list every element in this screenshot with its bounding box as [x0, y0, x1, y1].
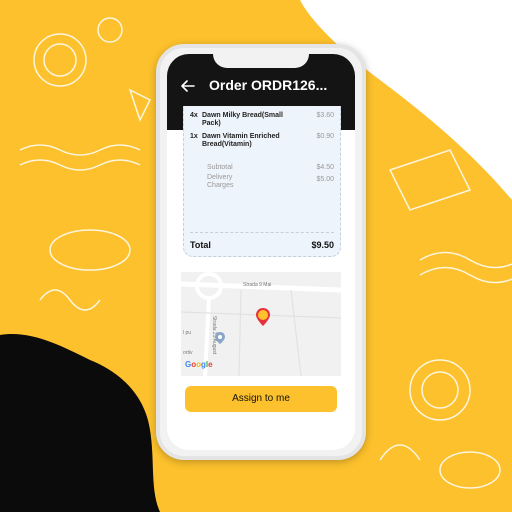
page-title: Order ORDR126... — [209, 77, 328, 93]
total-label: Total — [190, 240, 211, 250]
assign-to-me-button[interactable]: Assign to me — [185, 386, 337, 412]
total-value: $9.50 — [311, 240, 334, 250]
divider — [190, 232, 334, 233]
delivery-value: $5.00 — [316, 176, 334, 183]
google-logo: Google — [185, 360, 213, 369]
item-name: Dawn Milky Bread(Small Pack) — [202, 112, 283, 127]
place-label: ortiv — [183, 350, 193, 356]
delivery-label: Delivery Charges — [207, 174, 234, 189]
order-receipt: 4x Dawn Milky Bread(Small Pack) $3.60 1x… — [183, 106, 341, 257]
item-name: Dawn Vitamin Enriched Bread(Vitamin) — [202, 133, 280, 148]
road-label: Strada 9 Mai — [243, 282, 272, 288]
arrow-left-icon[interactable] — [181, 80, 195, 92]
restaurant-marker-icon[interactable] — [256, 308, 270, 326]
scene: Order ORDR126... 4x Dawn Milky Bread(Sma… — [0, 0, 512, 512]
item-qty: 4x — [190, 112, 198, 119]
subtotal-value: $4.50 — [316, 164, 334, 171]
item-price: $0.90 — [316, 133, 334, 140]
place-label: l pu — [183, 330, 192, 336]
item-qty: 1x — [190, 133, 198, 140]
phone-notch — [213, 54, 309, 68]
item-price: $3.60 — [316, 112, 334, 119]
delivery-map[interactable]: Strada 9 Mai Strada 23 August l pu ortiv… — [181, 272, 341, 376]
phone-screen: Order ORDR126... 4x Dawn Milky Bread(Sma… — [167, 54, 355, 450]
subtotal-label: Subtotal — [207, 164, 233, 171]
phone-frame: Order ORDR126... 4x Dawn Milky Bread(Sma… — [156, 44, 366, 460]
location-pin-icon — [215, 332, 225, 344]
